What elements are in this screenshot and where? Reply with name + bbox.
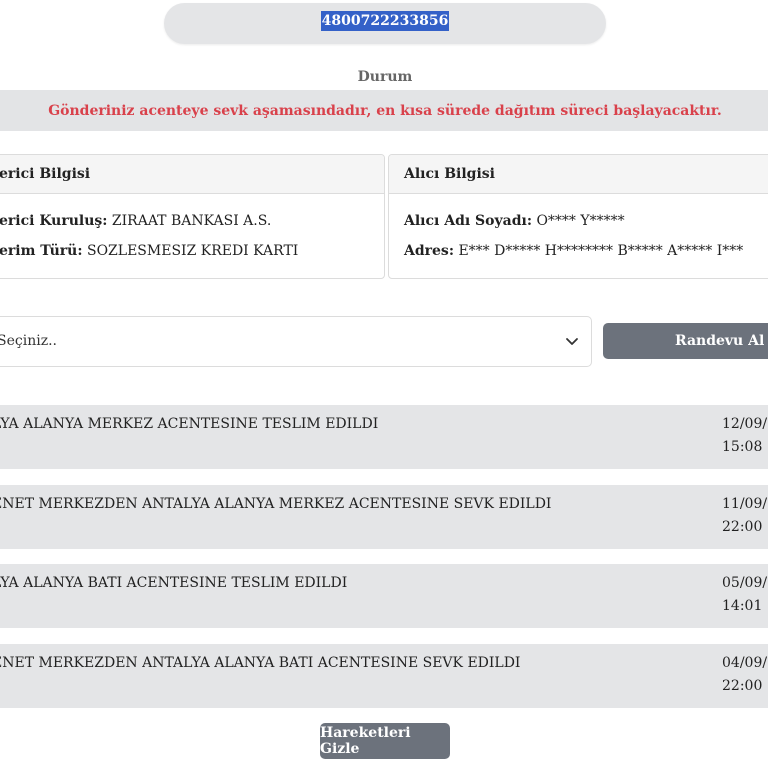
receiver-name-value: O**** Y***** (536, 213, 625, 229)
sender-institution-value: ZIRAAT BANKASI A.S. (111, 213, 272, 229)
receiver-name-label: Alıcı Adı Soyadı: (404, 213, 532, 229)
delivery-type-label: erim Türü: (0, 243, 83, 259)
status-message: Gönderiniz acenteye sevk aşamasındadır, … (48, 102, 722, 119)
movement-time: 22:00 (722, 678, 763, 694)
receiver-info-card: Alıcı Bilgisi Alıcı Adı Soyadı: O**** Y*… (388, 154, 768, 279)
movement-description: LYA ALANYA MERKEZ ACENTESINE TESLIM EDIL… (0, 416, 379, 432)
movement-item: ENET MERKEZDEN ANTALYA ALANYA MERKEZ ACE… (0, 485, 768, 549)
sender-card-header: erici Bilgisi (0, 155, 384, 194)
movement-date: 05/09/2 (722, 575, 768, 591)
chevron-down-icon (566, 338, 578, 345)
movement-date: 11/09/2 (722, 496, 768, 512)
movement-date: 12/09/2 (722, 416, 768, 432)
movement-description: ENET MERKEZDEN ANTALYA ALANYA BATI ACENT… (0, 655, 521, 671)
receiver-address-value: E*** D***** H******** B***** A***** I*** (458, 243, 744, 259)
appointment-button[interactable]: Randevu Al (603, 323, 768, 359)
delivery-type-value: SOZLESMESIZ KREDI KARTI (86, 243, 299, 259)
movement-date: 04/09/2 (722, 655, 768, 671)
movement-description: ENET MERKEZDEN ANTALYA ALANYA MERKEZ ACE… (0, 496, 552, 512)
receiver-address-label: Adres: (404, 243, 454, 259)
receiver-address-row: Adres: E*** D***** H******** B***** A***… (404, 243, 743, 259)
branch-select[interactable]: Seçiniz.. (0, 316, 592, 367)
hide-movements-label: Hareketleri Gizle (320, 725, 411, 757)
sender-card-title: erici Bilgisi (0, 166, 91, 182)
tracking-number-pill: 4800722233856 (164, 3, 606, 44)
sender-info-card: erici Bilgisi erici Kuruluş: ZIRAAT BANK… (0, 154, 385, 279)
movement-time: 14:01 (722, 598, 763, 614)
movement-time: 15:08 (722, 439, 763, 455)
receiver-card-header: Alıcı Bilgisi (389, 155, 768, 194)
movement-item: ENET MERKEZDEN ANTALYA ALANYA BATI ACENT… (0, 644, 768, 708)
receiver-name-row: Alıcı Adı Soyadı: O**** Y***** (404, 213, 625, 229)
branch-select-value: Seçiniz.. (0, 333, 57, 349)
receiver-card-title: Alıcı Bilgisi (404, 166, 495, 182)
appointment-button-label: Randevu Al (675, 333, 765, 349)
status-label: Durum (357, 69, 413, 85)
sender-institution-row: erici Kuruluş: ZIRAAT BANKASI A.S. (0, 213, 271, 229)
movement-item: LYA ALANYA BATI ACENTESINE TESLIM EDILDI… (0, 564, 768, 628)
sender-institution-label: erici Kuruluş: (0, 213, 108, 229)
movement-description: LYA ALANYA BATI ACENTESINE TESLIM EDILDI (0, 575, 348, 591)
tracking-number[interactable]: 4800722233856 (320, 10, 450, 31)
movement-item: LYA ALANYA MERKEZ ACENTESINE TESLIM EDIL… (0, 405, 768, 469)
delivery-type-row: erim Türü: SOZLESMESIZ KREDI KARTI (0, 243, 298, 259)
hide-movements-button[interactable]: Hareketleri Gizle (320, 723, 450, 759)
movement-time: 22:00 (722, 519, 763, 535)
status-banner: Gönderiniz acenteye sevk aşamasındadır, … (0, 90, 768, 131)
